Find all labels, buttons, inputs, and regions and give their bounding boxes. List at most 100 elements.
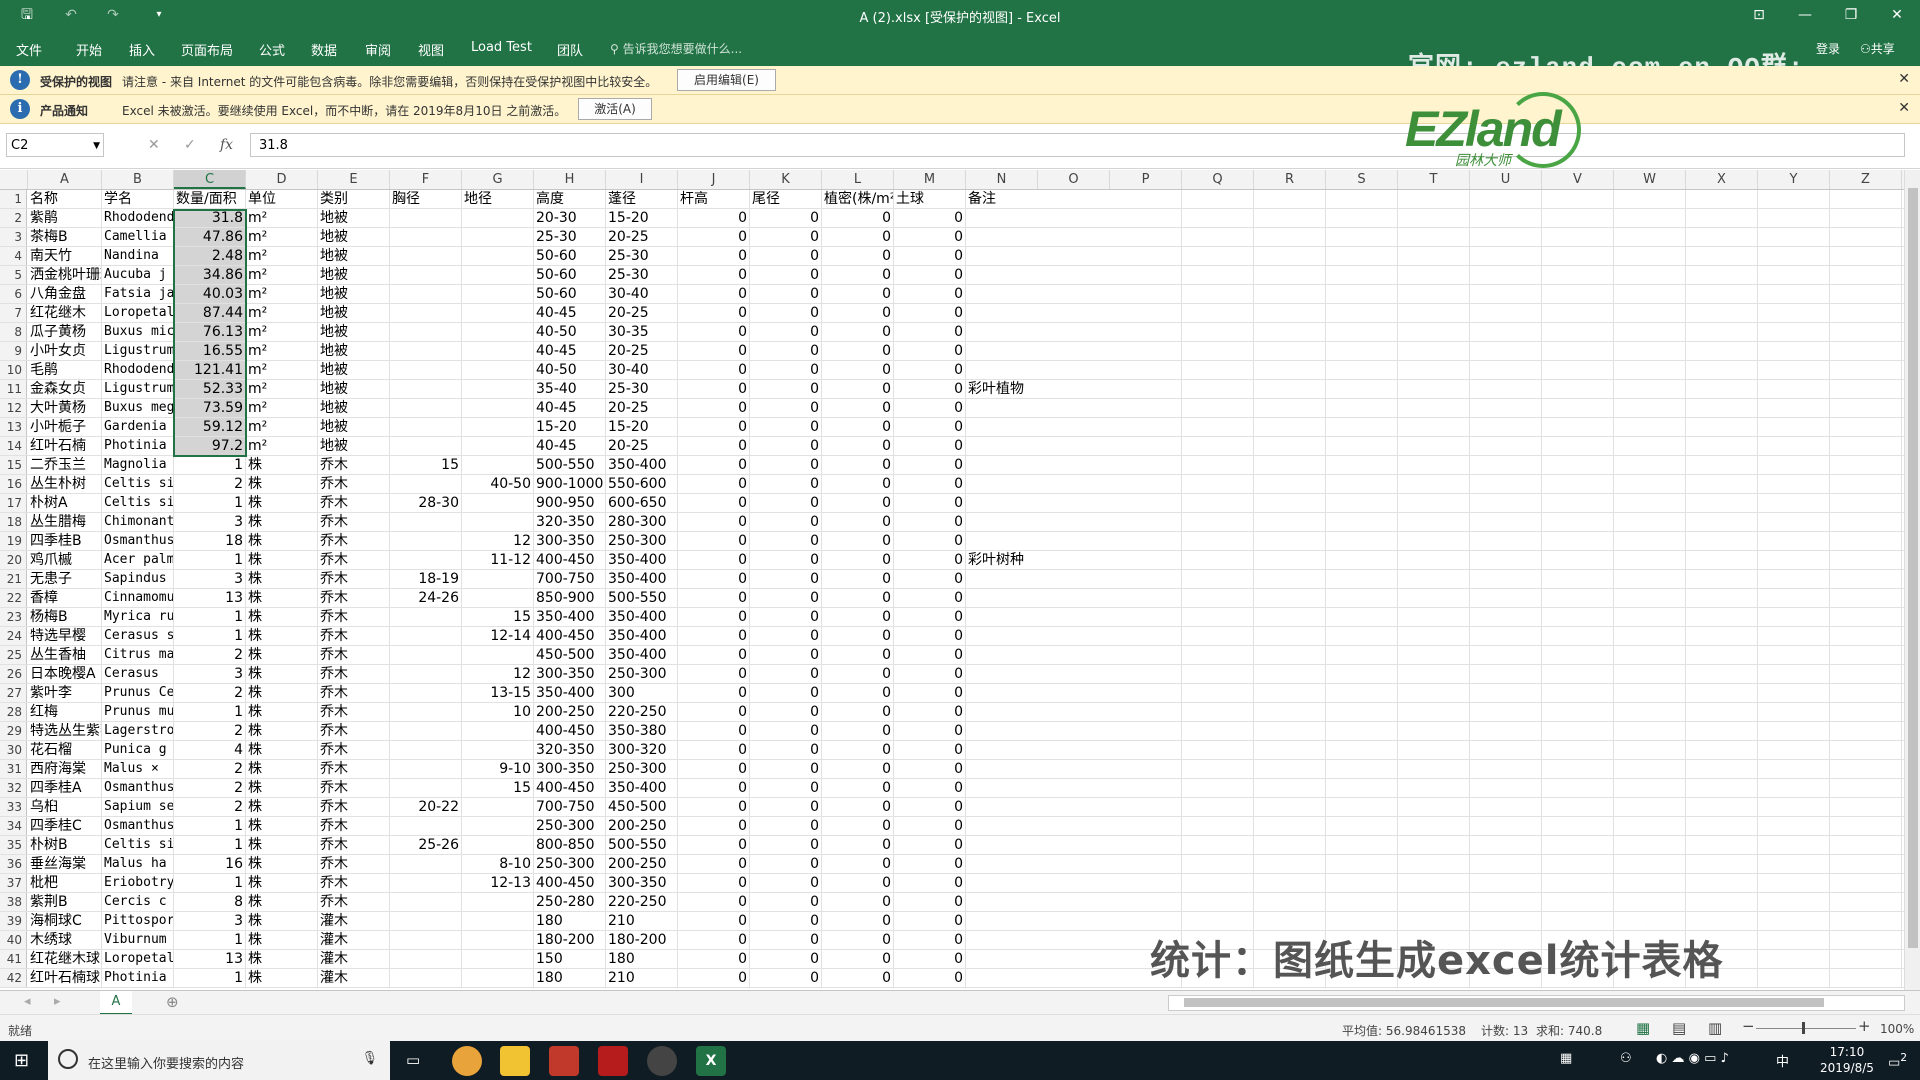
cell[interactable]: 25-30	[606, 266, 678, 284]
cell[interactable]: 0	[678, 342, 750, 360]
empty-cell[interactable]	[1542, 304, 1614, 322]
cell[interactable]: 400-450	[534, 779, 606, 797]
cell[interactable]: 0	[750, 950, 822, 968]
column-header-d[interactable]: D	[246, 170, 318, 189]
cell[interactable]: 南天竹	[28, 247, 102, 265]
cell[interactable]: 0	[678, 969, 750, 987]
empty-cell[interactable]	[1758, 209, 1830, 227]
cell[interactable]: 0	[678, 703, 750, 721]
cell[interactable]: 0	[750, 684, 822, 702]
empty-cell[interactable]	[1182, 437, 1254, 455]
cell[interactable]: 50-60	[534, 285, 606, 303]
cell[interactable]: 20-30	[534, 209, 606, 227]
empty-cell[interactable]	[1398, 342, 1470, 360]
cell[interactable]	[966, 399, 1110, 417]
task-view-icon[interactable]: ▭	[406, 1051, 420, 1069]
empty-cell[interactable]	[1110, 551, 1182, 569]
empty-cell[interactable]	[1758, 627, 1830, 645]
row-header[interactable]: 19	[0, 532, 27, 550]
add-sheet-icon[interactable]: ⊕	[166, 993, 179, 1011]
empty-cell[interactable]	[1398, 874, 1470, 892]
cell[interactable]: 0	[750, 513, 822, 531]
cell[interactable]: 300-320	[606, 741, 678, 759]
empty-cell[interactable]	[1686, 323, 1758, 341]
cell[interactable]: 2	[174, 475, 246, 493]
tab-view[interactable]: 视图	[418, 40, 444, 59]
cell[interactable]: 550-600	[606, 475, 678, 493]
empty-cell[interactable]	[1254, 836, 1326, 854]
horizontal-scrollbar[interactable]	[1168, 995, 1905, 1011]
cell[interactable]: 210	[606, 912, 678, 930]
cell[interactable]	[462, 798, 534, 816]
empty-cell[interactable]	[1614, 513, 1686, 531]
empty-cell[interactable]	[1254, 741, 1326, 759]
cell[interactable]: Photinia	[102, 437, 174, 455]
empty-cell[interactable]	[1830, 931, 1902, 949]
cell[interactable]: 香樟	[28, 589, 102, 607]
cell[interactable]: 株	[246, 855, 318, 873]
cell[interactable]: 0	[894, 665, 966, 683]
cell[interactable]: 0	[750, 361, 822, 379]
cell[interactable]: Rhododendron	[102, 361, 174, 379]
cell[interactable]	[966, 627, 1110, 645]
empty-cell[interactable]	[1542, 817, 1614, 835]
cell[interactable]: Photinia	[102, 969, 174, 987]
cell[interactable]: 枇杷	[28, 874, 102, 892]
empty-cell[interactable]	[1398, 304, 1470, 322]
empty-cell[interactable]	[1830, 893, 1902, 911]
empty-cell[interactable]	[1758, 228, 1830, 246]
row-header[interactable]: 23	[0, 608, 27, 626]
empty-cell[interactable]	[1470, 665, 1542, 683]
empty-cell[interactable]	[1470, 513, 1542, 531]
empty-cell[interactable]	[1326, 304, 1398, 322]
cell[interactable]: 0	[678, 532, 750, 550]
empty-cell[interactable]	[1542, 570, 1614, 588]
cell[interactable]: 3	[174, 665, 246, 683]
empty-cell[interactable]	[1614, 589, 1686, 607]
cell[interactable]: m²	[246, 380, 318, 398]
empty-cell[interactable]	[1326, 836, 1398, 854]
cell[interactable]	[462, 969, 534, 987]
cell[interactable]: 1	[174, 456, 246, 474]
empty-cell[interactable]	[1830, 684, 1902, 702]
empty-cell[interactable]	[1830, 304, 1902, 322]
row-header[interactable]: 26	[0, 665, 27, 683]
empty-cell[interactable]	[1326, 247, 1398, 265]
empty-cell[interactable]	[1614, 266, 1686, 284]
cell[interactable]: 450-500	[534, 646, 606, 664]
cell[interactable]	[966, 532, 1110, 550]
empty-cell[interactable]	[1830, 437, 1902, 455]
cell[interactable]: 50-60	[534, 266, 606, 284]
empty-cell[interactable]	[1326, 741, 1398, 759]
empty-cell[interactable]	[1182, 703, 1254, 721]
empty-cell[interactable]	[1254, 209, 1326, 227]
empty-cell[interactable]	[1542, 532, 1614, 550]
cell[interactable]: 0	[750, 551, 822, 569]
empty-cell[interactable]	[1182, 684, 1254, 702]
cell[interactable]	[966, 285, 1110, 303]
empty-cell[interactable]	[1398, 608, 1470, 626]
cell[interactable]: 0	[894, 779, 966, 797]
cell[interactable]: 250-280	[534, 893, 606, 911]
empty-cell[interactable]	[1182, 608, 1254, 626]
empty-cell[interactable]	[1470, 741, 1542, 759]
empty-cell[interactable]	[1614, 665, 1686, 683]
empty-cell[interactable]	[1470, 570, 1542, 588]
cell[interactable]	[390, 969, 462, 987]
empty-cell[interactable]	[1758, 380, 1830, 398]
cell[interactable]: 3	[174, 513, 246, 531]
cell[interactable]: 0	[750, 874, 822, 892]
empty-cell[interactable]	[1182, 817, 1254, 835]
row-header[interactable]: 29	[0, 722, 27, 740]
cell[interactable]: 40.03	[174, 285, 246, 303]
empty-cell[interactable]	[1470, 304, 1542, 322]
empty-cell[interactable]	[1614, 228, 1686, 246]
cell[interactable]: 1	[174, 494, 246, 512]
empty-cell[interactable]	[1614, 608, 1686, 626]
empty-cell[interactable]	[1542, 418, 1614, 436]
cell[interactable]	[462, 209, 534, 227]
column-header-i[interactable]: I	[606, 170, 678, 189]
cell[interactable]: 25-26	[390, 836, 462, 854]
empty-cell[interactable]	[1110, 456, 1182, 474]
cell[interactable]: 300-350	[534, 532, 606, 550]
